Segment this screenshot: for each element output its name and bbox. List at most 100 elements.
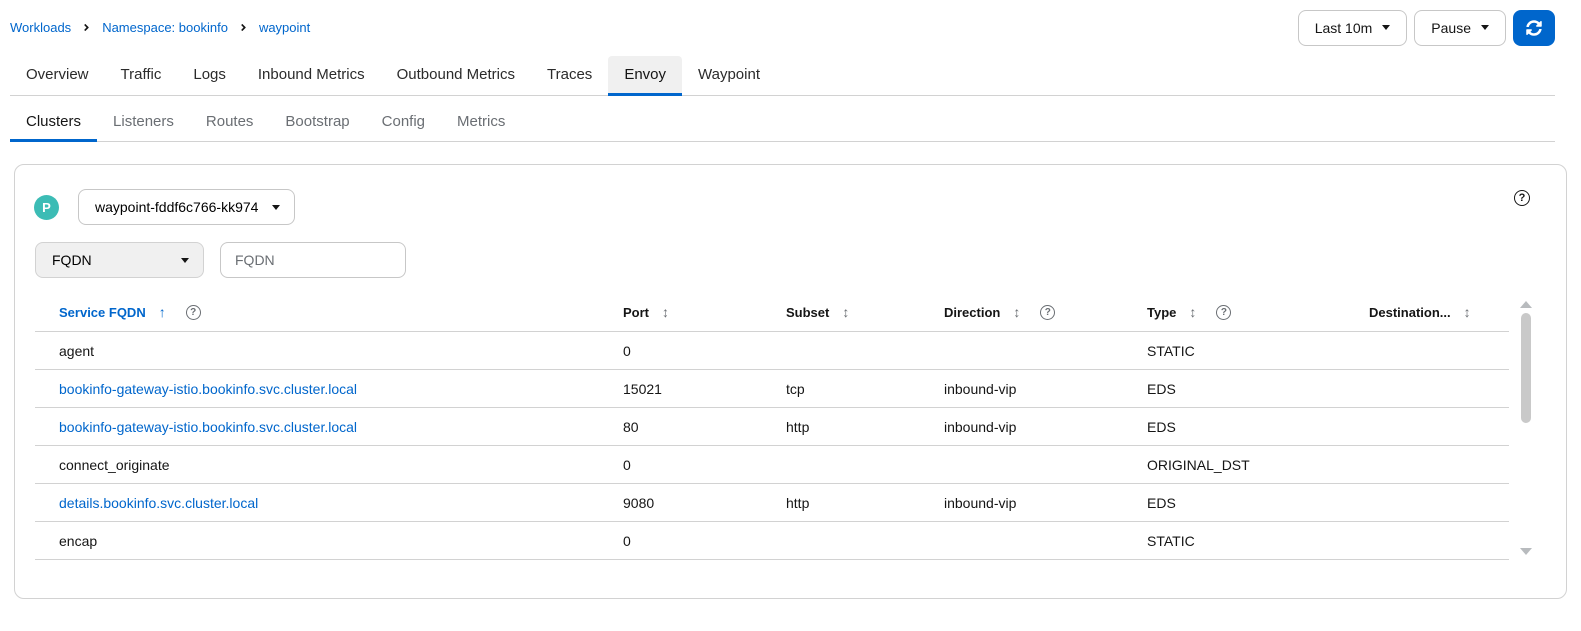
cell-type: EDS [1123,484,1345,522]
clusters-help-icon[interactable]: ? [1514,190,1530,206]
column-direction-label[interactable]: Direction [944,305,1000,320]
cell-direction [920,332,1123,370]
tab-logs[interactable]: Logs [177,56,242,96]
cell-subset [762,446,920,484]
column-subset-label[interactable]: Subset [786,305,829,320]
column-service-fqdn-label[interactable]: Service FQDN [59,305,146,320]
table-row: bookinfo-gateway-istio.bookinfo.svc.clus… [35,370,1509,408]
cell-destination [1345,446,1509,484]
subtab-config[interactable]: Config [366,104,441,142]
column-direction: Direction ↕ ? [920,304,1123,332]
column-port-label[interactable]: Port [623,305,649,320]
breadcrumb-chevron-icon [239,22,248,33]
scrollbar-up-arrow[interactable] [1520,301,1532,308]
subtab-clusters[interactable]: Clusters [10,104,97,142]
refresh-interval-label: Pause [1431,20,1471,36]
subtab-routes[interactable]: Routes [190,104,270,142]
subtab-metrics[interactable]: Metrics [441,104,521,142]
tab-traces[interactable]: Traces [531,56,608,96]
tab-envoy[interactable]: Envoy [608,56,682,96]
cell-type: ORIGINAL_DST [1123,446,1345,484]
cell-service-fqdn-link[interactable]: bookinfo-gateway-istio.bookinfo.svc.clus… [35,370,599,408]
cell-service-fqdn: agent [35,332,599,370]
cell-port: 80 [599,408,762,446]
cell-subset: http [762,408,920,446]
tab-traffic[interactable]: Traffic [105,56,178,96]
table-row: bookinfo-gateway-istio.bookinfo.svc.clus… [35,408,1509,446]
sort-icon[interactable]: ↕ [1464,304,1471,320]
cell-port: 0 [599,522,762,560]
caret-down-icon [1481,25,1489,30]
breadcrumb-workload-link[interactable]: waypoint [259,20,310,35]
envoy-clusters-card: P waypoint-fddf6c766-kk974 ? FQDN Servic… [14,164,1567,599]
cell-type: EDS [1123,408,1345,446]
sort-icon[interactable]: ↕ [1013,304,1020,320]
cell-destination [1345,522,1509,560]
column-port: Port ↕ [599,304,762,332]
top-bar: Workloads Namespace: bookinfo waypoint L… [0,0,1581,46]
filter-type-dropdown[interactable]: FQDN [35,242,204,278]
subtab-bootstrap[interactable]: Bootstrap [269,104,365,142]
cell-service-fqdn: encap [35,522,599,560]
column-service-fqdn: Service FQDN ↑ ? [35,304,599,332]
sort-asc-icon[interactable]: ↑ [159,304,166,320]
scrollbar-down-arrow[interactable] [1520,548,1532,555]
toolbar: Last 10m Pause [1298,10,1555,46]
breadcrumb-namespace-link[interactable]: Namespace: bookinfo [102,20,228,35]
column-destination: Destination... ↕ [1345,304,1509,332]
cell-service-fqdn-link[interactable]: bookinfo-gateway-istio.bookinfo.svc.clus… [35,408,599,446]
sort-icon[interactable]: ↕ [842,304,849,320]
tab-overview[interactable]: Overview [10,56,105,96]
table-header-row: Service FQDN ↑ ? Port ↕ Subset [35,304,1509,332]
breadcrumb-chevron-icon [82,22,91,33]
table-row: encap 0 STATIC [35,522,1509,560]
cell-subset: tcp [762,370,920,408]
cell-port: 0 [599,446,762,484]
fqdn-filter-input[interactable] [220,242,406,278]
column-subset: Subset ↕ [762,304,920,332]
table-row: connect_originate 0 ORIGINAL_DST [35,446,1509,484]
breadcrumb-workloads-link[interactable]: Workloads [10,20,71,35]
cell-destination [1345,332,1509,370]
duration-dropdown[interactable]: Last 10m [1298,10,1408,46]
proxy-status-badge: P [34,195,59,220]
refresh-button[interactable] [1513,10,1555,46]
cell-subset [762,522,920,560]
filter-type-label: FQDN [52,252,92,268]
cell-service-fqdn-link[interactable]: details.bookinfo.svc.cluster.local [35,484,599,522]
table-row: agent 0 STATIC [35,332,1509,370]
cell-subset: http [762,484,920,522]
refresh-icon [1526,20,1542,36]
tab-waypoint[interactable]: Waypoint [682,56,776,96]
filter-row: FQDN [15,225,1566,278]
column-destination-label[interactable]: Destination... [1369,305,1451,320]
cell-port: 9080 [599,484,762,522]
cell-port: 0 [599,332,762,370]
cell-direction: inbound-vip [920,484,1123,522]
scrollbar-thumb[interactable] [1521,313,1531,423]
type-help-icon[interactable]: ? [1216,305,1231,320]
tab-outbound-metrics[interactable]: Outbound Metrics [381,56,531,96]
cell-type: STATIC [1123,332,1345,370]
tab-inbound-metrics[interactable]: Inbound Metrics [242,56,381,96]
column-type: Type ↕ ? [1123,304,1345,332]
cell-direction [920,446,1123,484]
direction-help-icon[interactable]: ? [1040,305,1055,320]
envoy-subtabs: Clusters Listeners Routes Bootstrap Conf… [10,104,1555,142]
caret-down-icon [181,258,189,263]
cell-service-fqdn: connect_originate [35,446,599,484]
sort-icon[interactable]: ↕ [1189,304,1196,320]
cell-type: EDS [1123,370,1345,408]
subtab-listeners[interactable]: Listeners [97,104,190,142]
table-row: details.bookinfo.svc.cluster.local 9080 … [35,484,1509,522]
pod-select-dropdown[interactable]: waypoint-fddf6c766-kk974 [78,189,295,225]
pod-selector-row: P waypoint-fddf6c766-kk974 [15,165,1566,225]
service-fqdn-help-icon[interactable]: ? [186,305,201,320]
cell-type: STATIC [1123,522,1345,560]
refresh-interval-dropdown[interactable]: Pause [1414,10,1506,46]
duration-dropdown-label: Last 10m [1315,20,1373,36]
column-type-label[interactable]: Type [1147,305,1176,320]
cell-destination [1345,484,1509,522]
caret-down-icon [1382,25,1390,30]
sort-icon[interactable]: ↕ [662,304,669,320]
